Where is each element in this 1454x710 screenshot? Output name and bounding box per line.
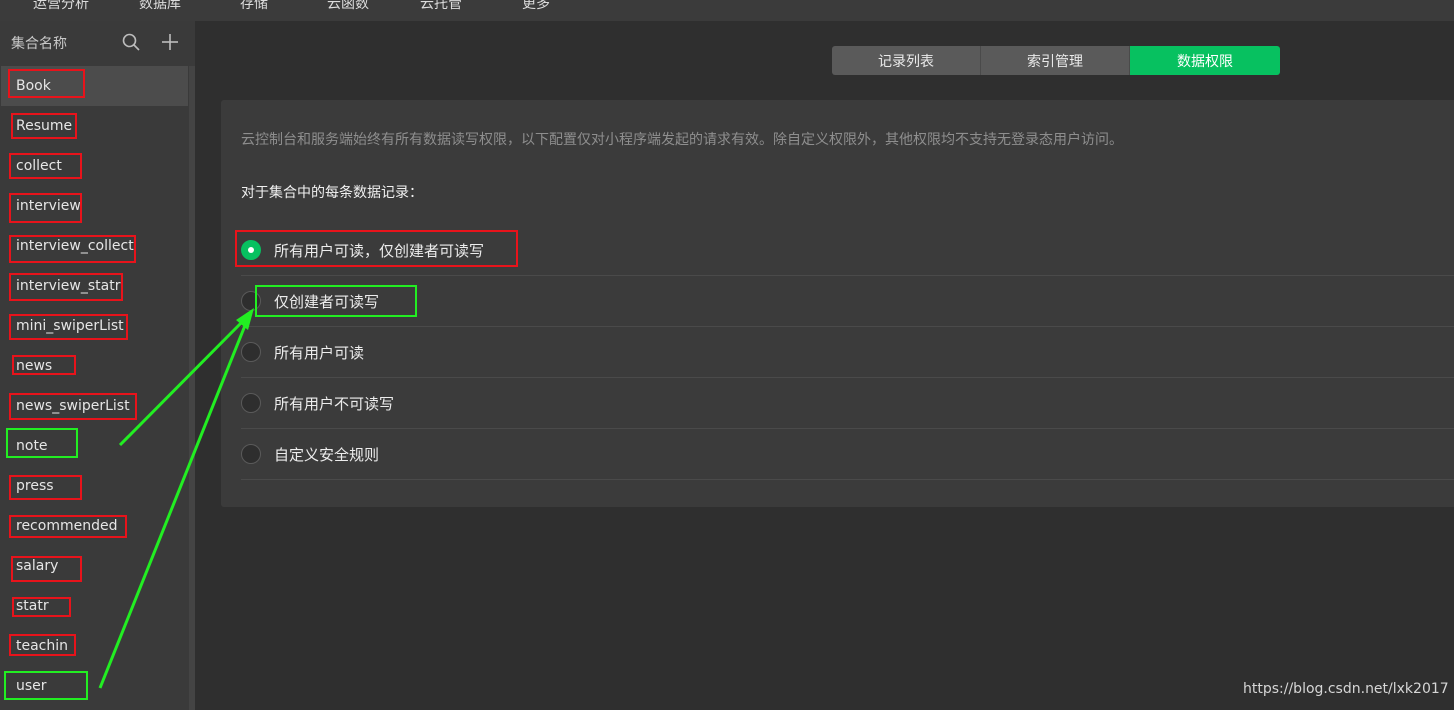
collection-label: recommended (16, 518, 118, 534)
nav-cloud-functions[interactable]: 云函数 (327, 0, 369, 13)
sidebar-header: 集合名称 (0, 21, 195, 63)
tab-permissions[interactable]: 数据权限 (1130, 46, 1280, 75)
collection-label: interview (16, 198, 81, 214)
permission-option-custom-rules[interactable]: 自定义安全规则 (241, 429, 1454, 480)
divider (241, 479, 1454, 480)
collection-item-interview-statr[interactable]: interview_statr (1, 266, 188, 306)
collection-label: collect (16, 158, 62, 174)
permissions-panel: 云控制台和服务端始终有所有数据读写权限，以下配置仅对小程序端发起的请求有效。除自… (221, 100, 1454, 507)
permission-option-all-read[interactable]: 所有用户可读 (241, 327, 1454, 378)
collection-label: news_swiperList (16, 398, 130, 414)
permissions-subheading: 对于集合中的每条数据记录： (241, 185, 423, 201)
nav-operations-analysis[interactable]: 运营分析 (33, 0, 89, 13)
collection-sidebar: 集合名称 Book Resume collect interview inter… (0, 21, 195, 710)
permission-option-creator-only[interactable]: 仅创建者可读写 (241, 276, 1454, 327)
tab-indexes[interactable]: 索引管理 (981, 46, 1130, 75)
collection-item-recommended[interactable]: recommended (1, 506, 188, 546)
collection-item-statr[interactable]: statr (1, 586, 188, 626)
tab-records[interactable]: 记录列表 (832, 46, 981, 75)
collection-item-press[interactable]: press (1, 466, 188, 506)
collection-label: note (16, 438, 48, 454)
collection-tabs: 记录列表 索引管理 数据权限 (832, 46, 1280, 75)
collection-item-salary[interactable]: salary (1, 546, 188, 586)
radio-button[interactable] (241, 444, 261, 464)
nav-storage[interactable]: 存储 (240, 0, 268, 13)
collection-label: salary (16, 558, 59, 574)
collection-label: interview_statr (16, 278, 121, 294)
collection-label: interview_collect (16, 238, 134, 254)
collection-item-resume[interactable]: Resume (1, 106, 188, 146)
sidebar-title: 集合名称 (11, 36, 67, 52)
collection-label: Book (16, 78, 51, 94)
permission-option-label: 所有用户不可读写 (274, 395, 395, 413)
collection-label: news (16, 358, 53, 374)
nav-database[interactable]: 数据库 (139, 0, 181, 13)
collection-label: mini_swiperList (16, 318, 124, 334)
collection-item-note[interactable]: note (1, 426, 188, 466)
collection-label: press (16, 478, 54, 494)
collection-item-teachin[interactable]: teachin (1, 626, 188, 666)
radio-button[interactable] (241, 393, 261, 413)
collection-label: Resume (16, 118, 73, 134)
collection-item-news[interactable]: news (1, 346, 188, 386)
radio-button[interactable] (241, 240, 261, 260)
nav-more[interactable]: 更多 (522, 0, 550, 13)
collection-label: statr (16, 598, 49, 614)
collection-item-mini-swiperlist[interactable]: mini_swiperList (1, 306, 188, 346)
collection-label: teachin (16, 638, 69, 654)
collection-label: user (16, 678, 47, 694)
permissions-notice: 云控制台和服务端始终有所有数据读写权限，以下配置仅对小程序端发起的请求有效。除自… (241, 132, 1123, 148)
permission-option-label: 仅创建者可读写 (274, 293, 380, 311)
collection-item-book[interactable]: Book (1, 66, 188, 106)
permission-option-all-read-creator-write[interactable]: 所有用户可读，仅创建者可读写 (241, 225, 1454, 276)
permission-option-label: 所有用户可读 (274, 344, 365, 362)
watermark: https://blog.csdn.net/lxk2017 (1243, 681, 1449, 697)
radio-button[interactable] (241, 342, 261, 362)
collection-item-collect[interactable]: collect (1, 146, 188, 186)
permission-option-label: 所有用户可读，仅创建者可读写 (274, 242, 485, 260)
permission-option-label: 自定义安全规则 (274, 446, 380, 464)
permission-option-no-access[interactable]: 所有用户不可读写 (241, 378, 1454, 429)
radio-button[interactable] (241, 291, 261, 311)
collection-list: Book Resume collect interview interview_… (0, 66, 189, 710)
collection-item-news-swiperlist[interactable]: news_swiperList (1, 386, 188, 426)
search-icon[interactable] (121, 32, 141, 52)
top-nav: 运营分析 数据库 存储 云函数 云托管 更多 (0, 0, 1454, 21)
add-collection-icon[interactable] (159, 31, 181, 53)
collection-item-user[interactable]: user (1, 666, 188, 706)
sidebar-scrollbar[interactable] (189, 66, 195, 710)
nav-cloud-hosting[interactable]: 云托管 (420, 0, 462, 13)
collection-item-interview-collect[interactable]: interview_collect (1, 226, 188, 266)
collection-item-interview[interactable]: interview (1, 186, 188, 226)
